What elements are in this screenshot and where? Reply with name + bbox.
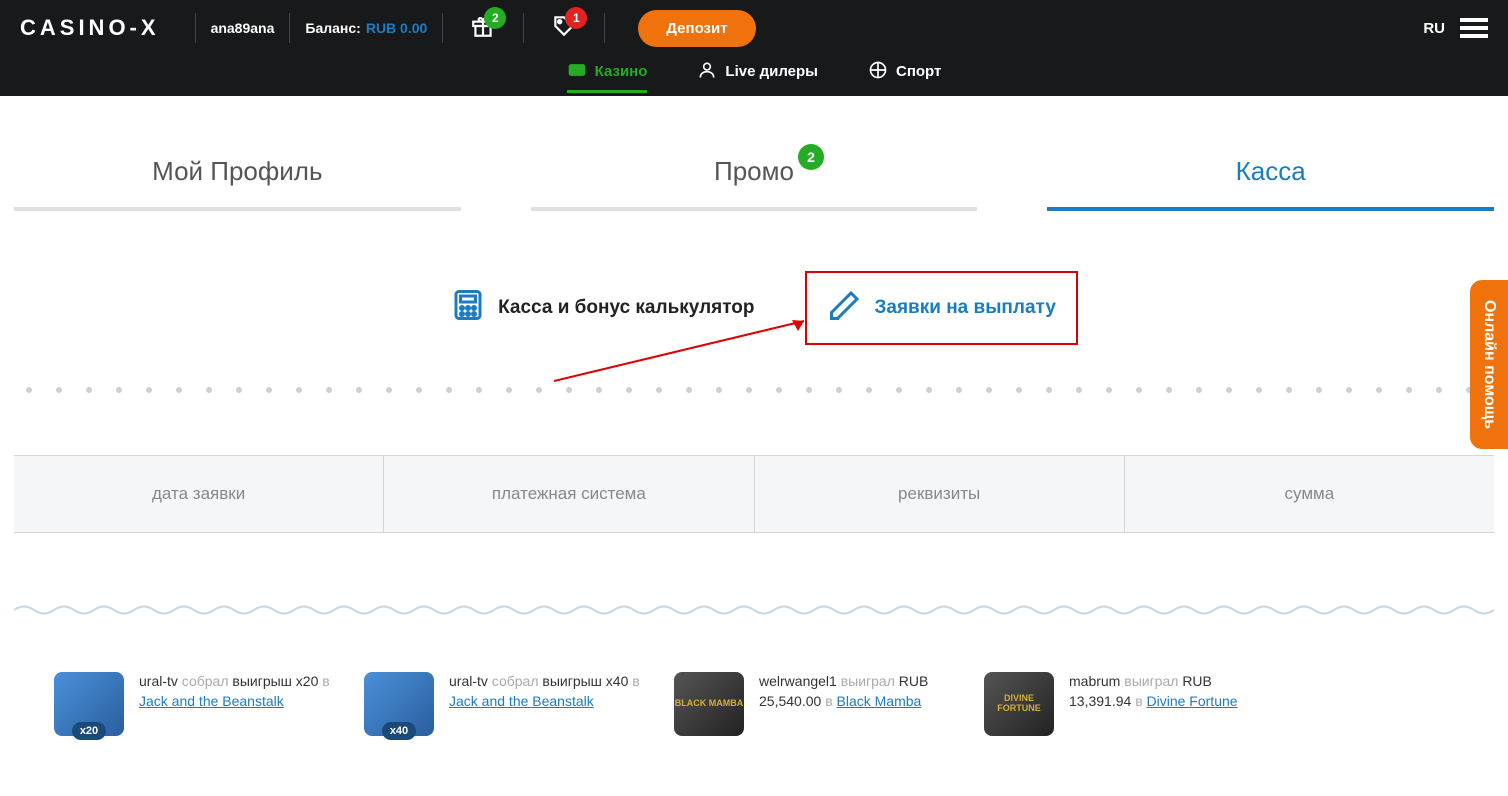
calculator-icon [450,287,486,329]
feed-in: в [825,693,832,709]
promo-badge: 1 [565,7,587,29]
feed-game-link[interactable]: Black Mamba [837,693,922,709]
feed-thumb: x20 [54,672,124,736]
arrow-annotation [554,316,814,386]
gift-button[interactable]: 2 [470,13,496,44]
balance-label: Баланс: [305,20,360,36]
tab-promo-label: Промо [714,156,794,186]
nav-live-label: Live дилеры [725,63,818,80]
language-selector[interactable]: RU [1423,20,1445,37]
th-system: платежная система [384,456,754,532]
promo-button[interactable]: 1 [551,13,577,44]
feed-item: DIVINE FORTUNE mabrum выиграл RUB 13,391… [984,672,1264,736]
dealer-icon [697,60,717,84]
feed-user: welrwangel1 [759,673,837,689]
feed-user: ural-tv [449,673,488,689]
tab-promo[interactable]: Промо 2 [531,156,978,211]
wavy-separator [14,603,1494,617]
top-bar: CASINO-X ana89ana Баланс: RUB 0.00 2 1 Д… [0,0,1508,56]
feed-text: ural-tv собрал выигрыш x40 в Jack and th… [449,672,644,736]
username[interactable]: ana89ana [211,20,275,36]
feed-thumb: BLACK MAMBA [674,672,744,736]
feed-tail: выигрыш x20 [232,673,318,689]
nav-casino-label: Казино [595,63,648,80]
pencil-icon [827,287,863,329]
feed-item: BLACK MAMBA welrwangel1 выиграл RUB 25,5… [674,672,954,736]
feed-verb: выиграл [1124,673,1178,689]
th-details: реквизиты [755,456,1125,532]
feed-in: в [1135,693,1142,709]
feed-thumb: x40 [364,672,434,736]
feed-game-link[interactable]: Divine Fortune [1147,693,1238,709]
feed-item: x20 ural-tv собрал выигрыш x20 в Jack an… [54,672,334,736]
dotted-separator [14,385,1494,395]
ball-icon [868,60,888,84]
divider [523,13,524,43]
deposit-button[interactable]: Депозит [638,10,755,47]
main-content: Мой Профиль Промо 2 Касса Касса и бонус … [14,96,1494,736]
nav-live[interactable]: Live дилеры [697,60,818,93]
online-help-button[interactable]: Онлайн помощь [1470,280,1508,449]
tab-promo-badge: 2 [798,144,824,170]
gift-badge: 2 [484,7,506,29]
requests-table-header: дата заявки платежная система реквизиты … [14,455,1494,533]
divider [604,13,605,43]
nav-sport-label: Спорт [896,63,941,80]
feed-verb: выиграл [841,673,895,689]
th-date: дата заявки [14,456,384,532]
main-nav: Казино Live дилеры Спорт [0,56,1508,96]
nav-casino[interactable]: Казино [567,60,648,93]
feed-text: ural-tv собрал выигрыш x20 в Jack and th… [139,672,334,736]
feed-user: ural-tv [139,673,178,689]
feed-thumb: DIVINE FORTUNE [984,672,1054,736]
slot-icon [567,60,587,84]
feed-text: mabrum выиграл RUB 13,391.94 в Divine Fo… [1069,672,1264,736]
divider [442,13,443,43]
cashier-sub-tabs: Касса и бонус калькулятор Заявки на выпл… [14,271,1494,345]
profile-tabs: Мой Профиль Промо 2 Касса [14,156,1494,211]
multiplier-badge: x20 [72,722,106,740]
feed-item: x40 ural-tv собрал выигрыш x40 в Jack an… [364,672,644,736]
balance-value: RUB 0.00 [366,20,427,36]
nav-sport[interactable]: Спорт [868,60,941,93]
multiplier-badge: x40 [382,722,416,740]
divider [195,13,196,43]
feed-verb: собрал [492,673,539,689]
tab-cashier[interactable]: Касса [1047,156,1494,211]
feed-in: в [322,673,329,689]
feed-user: mabrum [1069,673,1120,689]
withdraw-requests-label: Заявки на выплату [875,297,1056,319]
withdraw-requests-button[interactable]: Заявки на выплату [805,271,1078,345]
th-amount: сумма [1125,456,1494,532]
menu-icon[interactable] [1460,18,1488,38]
logo[interactable]: CASINO-X [20,15,160,41]
tab-profile[interactable]: Мой Профиль [14,156,461,211]
feed-text: welrwangel1 выиграл RUB 25,540.00 в Blac… [759,672,954,736]
winners-feed: x20 ural-tv собрал выигрыш x20 в Jack an… [14,672,1494,736]
feed-game-link[interactable]: Jack and the Beanstalk [449,693,594,709]
feed-tail: выигрыш x40 [542,673,628,689]
feed-verb: собрал [182,673,229,689]
feed-game-link[interactable]: Jack and the Beanstalk [139,693,284,709]
divider [289,13,290,43]
feed-in: в [632,673,639,689]
